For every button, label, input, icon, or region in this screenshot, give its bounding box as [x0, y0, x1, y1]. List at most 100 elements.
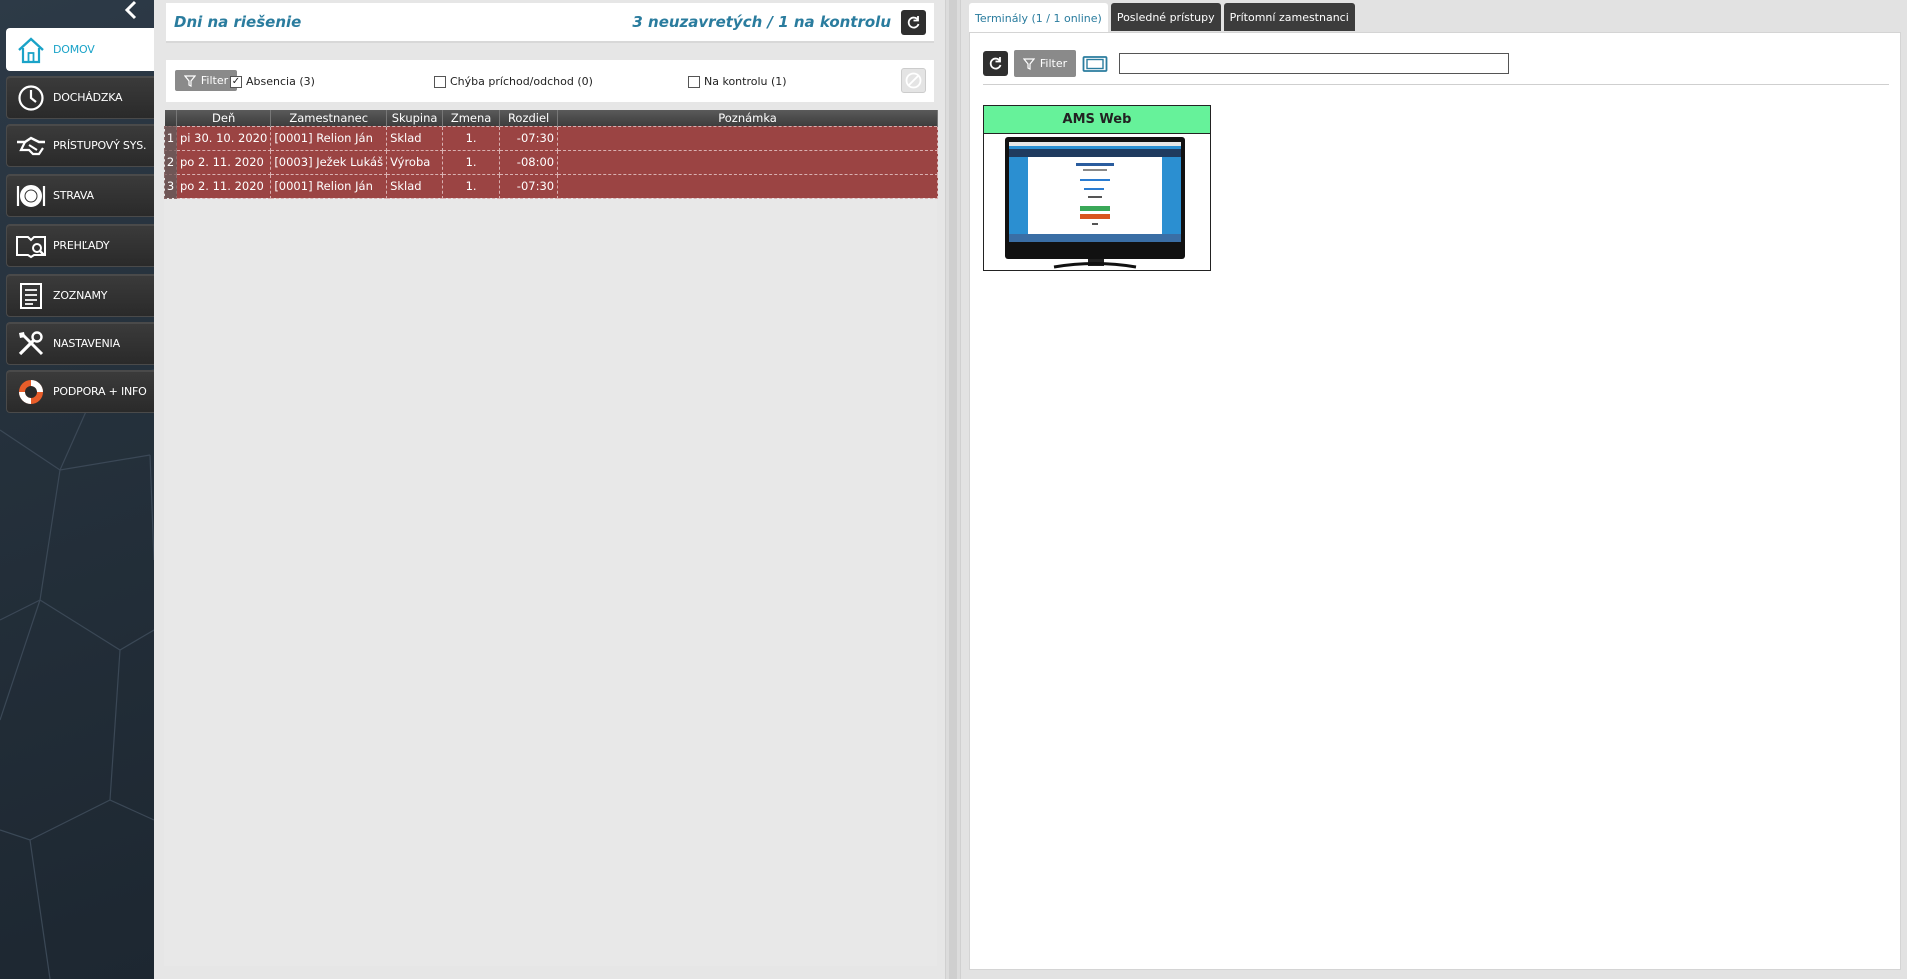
nav-label: PREHĽADY: [53, 239, 110, 252]
cell-day: po 2. 11. 2020: [175, 173, 272, 199]
row-number: 1: [164, 125, 177, 151]
column-header-skupina[interactable]: Skupina: [386, 110, 444, 126]
nav-item-podpora-info[interactable]: PODPORA + INFO: [6, 370, 154, 413]
cell-shift: 1.: [442, 125, 501, 151]
refresh-terminals-button[interactable]: [983, 51, 1008, 76]
funnel-icon: [183, 74, 196, 87]
days-panel: Dni na riešenie 3 neuzavretých / 1 na ko…: [154, 0, 945, 979]
nav-label: PRÍSTUPOVÝ SYS.: [53, 139, 147, 152]
cell-day: pi 30. 10. 2020: [175, 125, 272, 151]
cell-note[interactable]: [557, 173, 938, 199]
table-row[interactable]: 2 po 2. 11. 2020 [0003] Ježek Lukáš Výro…: [164, 149, 938, 175]
toolbar-divider: [983, 84, 1889, 85]
nav-item-prehlady[interactable]: PREHĽADY: [6, 224, 154, 267]
column-header-poznamka[interactable]: Poznámka: [557, 110, 938, 126]
filter-label: Filter: [200, 74, 229, 87]
row-number: 3: [164, 173, 177, 199]
tools-icon: [11, 324, 51, 364]
tab-posledne-pristupy[interactable]: Posledné prístupy: [1110, 3, 1221, 31]
cell-note[interactable]: [557, 149, 938, 175]
nav-item-strava[interactable]: STRAVA: [6, 174, 154, 217]
lifebuoy-icon: [11, 372, 51, 412]
filter-label: Filter: [1039, 57, 1068, 70]
days-summary: 3 neuzavretých / 1 na kontrolu: [632, 13, 891, 31]
terminal-card[interactable]: AMS Web: [983, 105, 1211, 271]
list-icon: [11, 276, 51, 316]
refresh-icon: [989, 57, 1002, 70]
nav-item-domov[interactable]: DOMOV: [6, 28, 154, 71]
na-kontrolu-checkbox[interactable]: Na kontrolu (1): [688, 75, 787, 88]
nav-label: PODPORA + INFO: [53, 385, 147, 398]
tab-pritomni-zamestnanci[interactable]: Prítomní zamestnanci: [1223, 3, 1355, 31]
right-tabs: Terminály (1 / 1 online) Posledné prístu…: [969, 3, 1355, 33]
checkbox-label: Na kontrolu (1): [704, 75, 787, 88]
nav-item-pristupovy-sys[interactable]: PRÍSTUPOVÝ SYS.: [6, 124, 154, 167]
nav-label: DOCHÁDZKA: [53, 91, 123, 104]
refresh-icon: [907, 15, 920, 28]
clear-filter-button[interactable]: [901, 68, 926, 93]
column-header-rozdiel[interactable]: Rozdiel: [499, 110, 559, 126]
absencia-checkbox[interactable]: ✓ Absencia (3): [230, 75, 315, 88]
chevron-left-icon: [124, 0, 137, 20]
cell-employee: [0001] Relion Ján: [270, 125, 388, 151]
cell-employee: [0003] Ježek Lukáš: [270, 149, 388, 175]
column-header-zmena[interactable]: Zmena: [442, 110, 501, 126]
clock-icon: [11, 78, 51, 118]
cell-employee: [0001] Relion Ján: [270, 173, 388, 199]
terminals-filter-button[interactable]: Filter: [1014, 50, 1076, 77]
nav-label: DOMOV: [53, 43, 95, 56]
days-header: Dni na riešenie 3 neuzavretých / 1 na ko…: [166, 3, 934, 43]
cell-group: Sklad: [386, 173, 444, 199]
sidebar: DOMOV DOCHÁDZKA PRÍSTUPOVÝ SYS. STRAVA P…: [0, 0, 154, 979]
table-row[interactable]: 3 po 2. 11. 2020 [0001] Relion Ján Sklad…: [164, 173, 938, 199]
collapse-sidebar-button[interactable]: [120, 0, 142, 20]
monitor-icon: [1005, 137, 1185, 269]
checkbox-box[interactable]: [434, 75, 446, 88]
filter-bar: Filter ✓ Absencia (3) Chýba príchod/odch…: [166, 60, 934, 102]
block-icon: [905, 72, 922, 89]
nav-item-zoznamy[interactable]: ZOZNAMY: [6, 274, 154, 317]
refresh-button[interactable]: [901, 9, 926, 35]
nav-item-dochadzka[interactable]: DOCHÁDZKA: [6, 76, 154, 119]
cell-day: po 2. 11. 2020: [175, 149, 272, 175]
cell-note[interactable]: [557, 125, 938, 151]
cell-shift: 1.: [442, 149, 501, 175]
nav-label: ZOZNAMY: [53, 289, 108, 302]
nav-item-nastavenia[interactable]: NASTAVENIA: [6, 322, 154, 365]
cell-group: Sklad: [386, 125, 444, 151]
table-row[interactable]: 1 pi 30. 10. 2020 [0001] Relion Ján Skla…: [164, 125, 938, 151]
nav-label: STRAVA: [53, 189, 94, 202]
column-header-zamestnanec[interactable]: Zamestnanec: [270, 110, 388, 126]
terminal-search-input[interactable]: [1119, 53, 1509, 74]
checkbox-box[interactable]: ✓: [230, 75, 242, 88]
days-grid: Deň Zamestnanec Skupina Zmena Rozdiel Po…: [164, 110, 938, 966]
tab-terminaly[interactable]: Terminály (1 / 1 online): [969, 3, 1108, 33]
chyba-prichod-odchod-checkbox[interactable]: Chýba príchod/odchod (0): [434, 75, 593, 88]
column-header-den[interactable]: Deň: [176, 110, 272, 126]
checkbox-label: Chýba príchod/odchod (0): [450, 75, 593, 88]
row-number: 2: [164, 149, 177, 175]
terminals-panel: Terminály (1 / 1 online) Posledné prístu…: [961, 0, 1907, 979]
days-table: Deň Zamestnanec Skupina Zmena Rozdiel Po…: [164, 110, 938, 199]
checkbox-label: Absencia (3): [246, 75, 315, 88]
view-toggle-icon[interactable]: [1082, 55, 1108, 73]
home-icon: [11, 30, 51, 70]
cell-diff: -07:30: [499, 173, 559, 199]
cell-diff: -08:00: [499, 149, 559, 175]
cell-shift: 1.: [442, 173, 501, 199]
panel-splitter[interactable]: [945, 0, 961, 979]
splitter-handle[interactable]: [949, 0, 957, 979]
cell-group: Výroba: [386, 149, 444, 175]
terminals-content: Filter AMS Web: [969, 32, 1901, 970]
table-header-row: Deň Zamestnanec Skupina Zmena Rozdiel Po…: [164, 110, 938, 126]
filter-button[interactable]: Filter: [175, 70, 237, 91]
checkbox-box[interactable]: [688, 75, 700, 88]
cell-diff: -07:30: [499, 125, 559, 151]
terminal-name: AMS Web: [984, 106, 1210, 134]
funnel-icon: [1022, 57, 1035, 70]
terminals-toolbar: Filter: [983, 50, 1509, 77]
column-header-number: [164, 110, 177, 126]
handshake-icon: [11, 126, 51, 166]
nav-label: NASTAVENIA: [53, 337, 120, 350]
book-search-icon: [11, 226, 51, 266]
